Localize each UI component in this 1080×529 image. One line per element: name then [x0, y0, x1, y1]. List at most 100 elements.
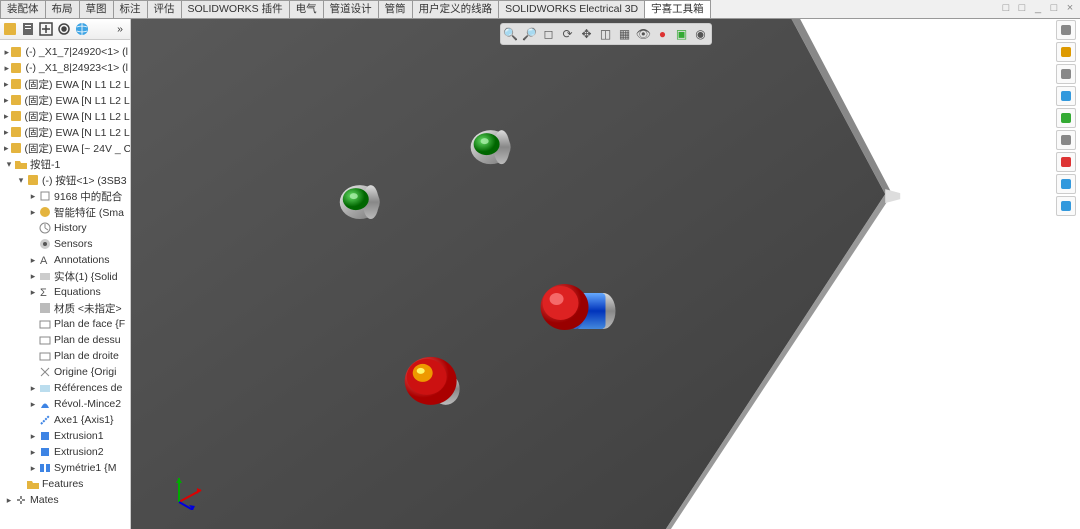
tab-9[interactable]: 用户定义的线路 [412, 0, 500, 18]
tree-item[interactable]: Plan de face {F [2, 316, 128, 332]
mat-icon [38, 301, 52, 315]
tab-10[interactable]: SOLIDWORKS Electrical 3D [498, 0, 645, 18]
filter-icon[interactable] [20, 21, 36, 37]
render-icon[interactable]: ◉ [692, 25, 710, 43]
expand-toggle-icon[interactable]: ▸ [28, 287, 38, 298]
zoom-fit-icon[interactable]: 🔍 [502, 25, 520, 43]
expand-toggle-icon[interactable]: ▸ [28, 383, 38, 394]
tab-8[interactable]: 管筒 [378, 0, 413, 18]
tree-item[interactable]: ▸Références de [2, 380, 128, 396]
window-close-icon[interactable]: × [1064, 2, 1076, 14]
expand-toggle-icon[interactable]: ▸ [4, 495, 14, 506]
green-indicator-2[interactable] [471, 130, 511, 164]
tree-item[interactable]: History [2, 220, 128, 236]
tree-item[interactable]: ▸(-) _X1_7|24920<1> (l [2, 44, 128, 60]
tree-item[interactable]: Plan de dessu [2, 332, 128, 348]
window-max-icon[interactable]: □ [1048, 2, 1060, 14]
tree-item[interactable]: ▸9168 中的配合 [2, 188, 128, 204]
expand-toggle-icon[interactable]: ▸ [28, 191, 38, 202]
tree-item[interactable]: ▸(固定) EWA [N L1 L2 L [2, 76, 128, 92]
tree-item-label: (-) 按钮<1> (3SB3 [42, 173, 127, 188]
tree-item[interactable]: ▸(固定) EWA [~ 24V _ C [2, 140, 128, 156]
green-indicator-1[interactable] [340, 185, 380, 219]
tree-item[interactable]: ▸AAnnotations [2, 252, 128, 268]
feature-tree[interactable]: ▸(-) _X1_7|24920<1> (l▸(-) _X1_8|24923<1… [0, 40, 130, 529]
texture-icon[interactable] [1056, 108, 1076, 128]
panel-face[interactable] [131, 19, 885, 529]
tree-item[interactable]: Plan de droite [2, 348, 128, 364]
globe-icon[interactable] [74, 21, 90, 37]
tree-item[interactable]: Features [2, 476, 128, 492]
section-icon[interactable] [1056, 130, 1076, 150]
tree-item[interactable]: ▸(固定) EWA [N L1 L2 L [2, 108, 128, 124]
expand-toggle-icon[interactable]: ▸ [28, 399, 38, 410]
hide-icon[interactable]: » [112, 21, 128, 37]
tab-1[interactable]: 布局 [45, 0, 80, 18]
tab-3[interactable]: 标注 [113, 0, 148, 18]
tree-item[interactable]: ▸ΣEquations [2, 284, 128, 300]
config-icon[interactable] [2, 21, 18, 37]
expand-toggle-icon[interactable]: ▸ [28, 271, 38, 282]
pan-icon[interactable]: ✥ [578, 25, 596, 43]
tree-item[interactable]: Axe1 {Axis1} [2, 412, 128, 428]
tree-item[interactable]: ▸(固定) EWA [N L1 L2 L [2, 92, 128, 108]
rotate-icon[interactable]: ⟳ [559, 25, 577, 43]
tree-item[interactable]: ▸(固定) EWA [N L1 L2 L [2, 124, 128, 140]
expand-toggle-icon[interactable]: ▸ [28, 463, 38, 474]
tree-item[interactable]: Origine {Origi [2, 364, 128, 380]
tree-item-label: Extrusion2 [54, 446, 104, 458]
tab-2[interactable]: 草图 [79, 0, 114, 18]
zoom-area-icon[interactable]: ◻ [540, 25, 558, 43]
tab-7[interactable]: 管道设计 [323, 0, 379, 18]
rebuild-icon[interactable] [1056, 42, 1076, 62]
appearance-icon[interactable] [1056, 86, 1076, 106]
zoom-icon[interactable]: 🔎 [521, 25, 539, 43]
tree-item[interactable]: ▸智能特征 (Sma [2, 204, 128, 220]
expand-toggle-icon[interactable]: ▾ [4, 159, 14, 170]
tree-item[interactable]: ▸ Extrusion2 [2, 444, 128, 460]
expand-icon[interactable] [38, 21, 54, 37]
tree-item[interactable]: ▸Mates [2, 492, 128, 508]
asm-icon [9, 109, 23, 123]
tree-item-label: 实体(1) {Solid [54, 269, 118, 284]
home-icon[interactable] [1056, 20, 1076, 40]
display-icon[interactable]: ▦ [616, 25, 634, 43]
asm-icon [9, 141, 23, 155]
tab-4[interactable]: 评估 [147, 0, 182, 18]
web-icon[interactable] [1056, 174, 1076, 194]
expand-toggle-icon[interactable]: ▸ [28, 431, 38, 442]
window-expand-icon[interactable]: □ [1016, 2, 1028, 14]
expand-toggle-icon[interactable]: ▸ [28, 255, 38, 266]
tree-item-label: Origine {Origi [54, 366, 116, 378]
cut-icon[interactable] [1056, 64, 1076, 84]
command-manager-tabs: 装配体布局草图标注评估SOLIDWORKS 插件电气管道设计管筒用户定义的线路S… [0, 0, 1080, 19]
display-icon[interactable] [56, 21, 72, 37]
tree-item[interactable]: ▾ (-) 按钮<1> (3SB3 [2, 172, 128, 188]
tree-item[interactable]: ▸ 实体(1) {Solid [2, 268, 128, 284]
tree-item[interactable]: ▾按钮-1 [2, 156, 128, 172]
expand-toggle-icon[interactable]: ▾ [16, 175, 26, 186]
help-icon[interactable] [1056, 196, 1076, 216]
tree-item[interactable]: ▸Symétrie1 {M [2, 460, 128, 476]
model-view[interactable] [131, 19, 1080, 529]
tree-item[interactable]: ▸(-) _X1_8|24923<1> (l [2, 60, 128, 76]
tab-11[interactable]: 宇喜工具箱 [644, 0, 711, 18]
window-controls: □ □ _ □ × [1000, 2, 1076, 14]
tab-5[interactable]: SOLIDWORKS 插件 [181, 0, 290, 18]
scene-icon[interactable]: ▣ [673, 25, 691, 43]
tree-item[interactable]: Sensors [2, 236, 128, 252]
window-min-icon[interactable]: _ [1032, 2, 1044, 14]
expand-toggle-icon[interactable]: ▸ [28, 207, 38, 218]
appearance-icon[interactable]: ● [654, 25, 672, 43]
expand-toggle-icon[interactable]: ▸ [28, 447, 38, 458]
hide-icon[interactable]: 👁 [635, 25, 653, 43]
scene-icon[interactable] [1056, 152, 1076, 172]
window-collapse-icon[interactable]: □ [1000, 2, 1012, 14]
tab-0[interactable]: 装配体 [0, 0, 46, 18]
tree-item[interactable]: ▸Extrusion1 [2, 428, 128, 444]
tree-item[interactable]: 材质 <未指定> [2, 300, 128, 316]
tab-6[interactable]: 电气 [289, 0, 324, 18]
tree-item[interactable]: ▸Révol.-Mince2 [2, 396, 128, 412]
graphics-viewport[interactable]: 🔍🔎◻⟳✥◫▦👁●▣◉ [131, 19, 1080, 529]
section-icon[interactable]: ◫ [597, 25, 615, 43]
